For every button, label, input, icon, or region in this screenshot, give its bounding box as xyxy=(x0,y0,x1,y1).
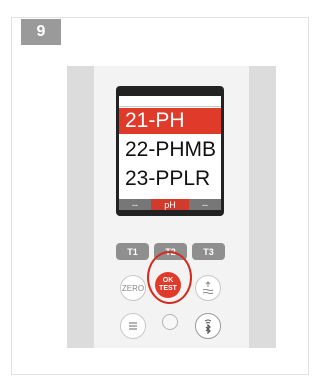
menu-item-selected[interactable]: 21-PH xyxy=(119,108,221,134)
zero-button[interactable]: ZERO xyxy=(120,275,146,301)
bluetooth-icon xyxy=(204,319,212,334)
t3-button[interactable]: T3 xyxy=(192,243,225,260)
device-right-edge xyxy=(249,66,276,348)
softkey-center-label: pH xyxy=(150,199,190,210)
device-left-edge xyxy=(67,66,94,348)
menu-icon xyxy=(129,322,137,330)
menu-item[interactable]: 23-PPLR xyxy=(119,166,221,192)
t1-button[interactable]: T1 xyxy=(116,243,149,260)
ok-test-highlight-ring xyxy=(147,251,192,304)
bluetooth-button[interactable] xyxy=(195,313,221,339)
dilution-button[interactable] xyxy=(195,275,221,301)
step-number-badge: 9 xyxy=(21,19,61,45)
center-indicator xyxy=(162,314,178,330)
softkey-right-label: -- xyxy=(189,199,221,210)
menu-button[interactable] xyxy=(120,313,146,339)
softkey-bar: -- pH -- xyxy=(119,199,221,210)
menu-item[interactable]: 22-PHMB xyxy=(119,137,221,163)
dilution-icon xyxy=(202,281,214,294)
zero-button-label: ZERO xyxy=(121,283,145,293)
screen-header-strip xyxy=(119,96,221,107)
softkey-left-label: -- xyxy=(119,199,151,210)
